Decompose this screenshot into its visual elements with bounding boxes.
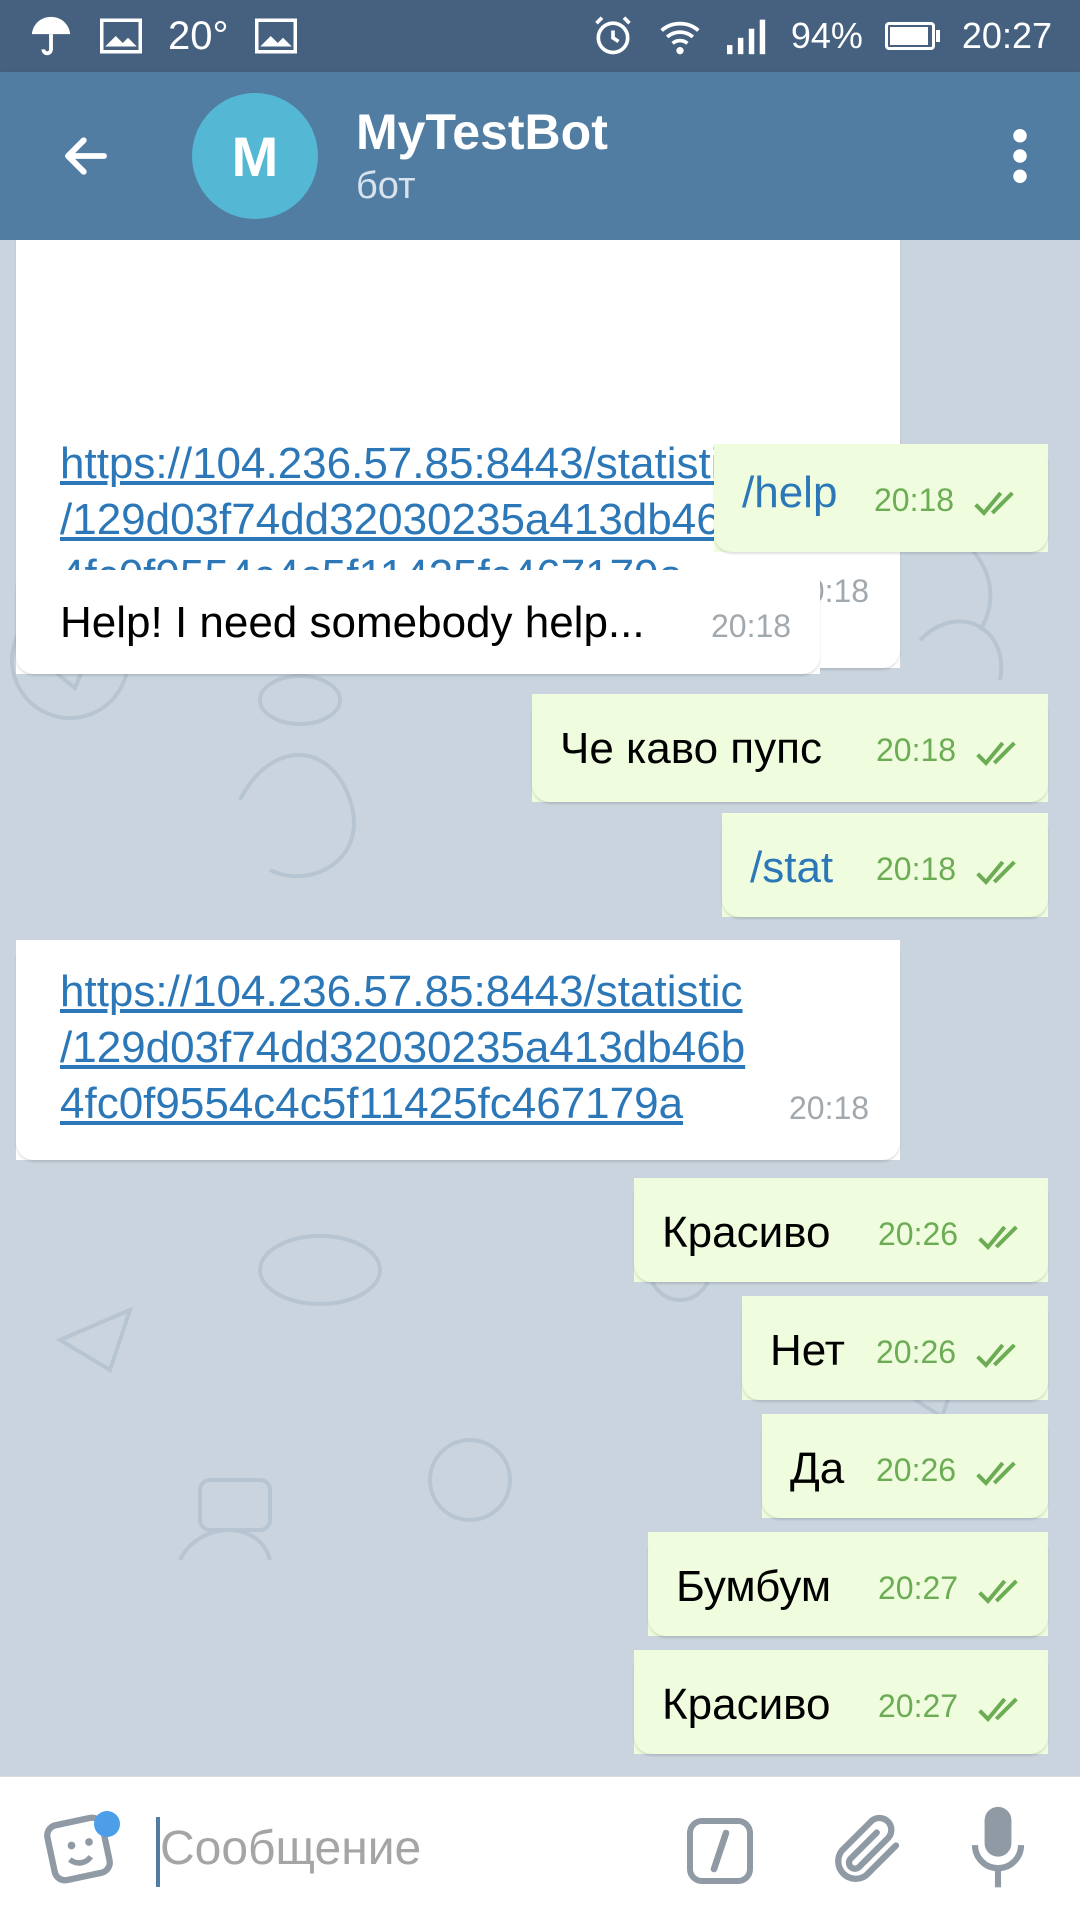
message-input-bar: Сообщение: [0, 1776, 1080, 1921]
back-button[interactable]: [36, 106, 136, 206]
chat-title: MyTestBot: [356, 104, 608, 160]
link-line[interactable]: /129d03f74dd32030235a413db46b: [60, 1020, 745, 1076]
signal-icon: [725, 16, 769, 56]
double-check-icon: [976, 1343, 1016, 1368]
image-icon: [100, 18, 142, 54]
bot-command-button[interactable]: [684, 1815, 756, 1887]
voice-record-button[interactable]: [968, 1803, 1028, 1895]
message-time: 20:18: [789, 1090, 870, 1126]
message-time: 20:18: [874, 482, 955, 518]
wifi-icon: [657, 14, 703, 58]
message-text: Help! I need somebody help...: [60, 598, 645, 647]
incoming-message[interactable]: Help! I need somebody help... 20:18: [16, 570, 820, 674]
message-text: Красиво: [662, 1208, 831, 1257]
message-time: 20:27: [878, 1570, 959, 1606]
double-check-icon: [978, 1579, 1018, 1604]
message-text: Бумбум: [676, 1562, 832, 1611]
outgoing-message[interactable]: Красиво 20:27: [634, 1650, 1048, 1754]
link-line[interactable]: 4fc0f9554c4c5f11425fc467179a: [60, 1076, 745, 1132]
outgoing-message[interactable]: Бумбум 20:27: [648, 1532, 1048, 1636]
avatar[interactable]: M: [192, 93, 318, 219]
message-text: Нет: [770, 1326, 845, 1375]
image-icon: [254, 18, 297, 54]
message-text: Да: [790, 1444, 845, 1493]
message-link[interactable]: https://104.236.57.85:8443/statistic/129…: [60, 964, 745, 1132]
notification-dot: [94, 1811, 120, 1837]
outgoing-message[interactable]: Да 20:26: [762, 1414, 1048, 1518]
outgoing-message[interactable]: Нет 20:26: [742, 1296, 1048, 1400]
battery-percent: 94%: [790, 15, 863, 56]
message-time: 20:18: [876, 732, 957, 768]
outgoing-message[interactable]: Красиво 20:26: [634, 1178, 1048, 1282]
message-command: /help: [742, 468, 838, 517]
message-list[interactable]: https://104.236.57.85:8443/statistic/129…: [0, 240, 1080, 1776]
alarm-icon: [591, 14, 635, 58]
microphone-icon: [971, 1806, 1025, 1888]
message-input[interactable]: Сообщение: [160, 1821, 421, 1876]
message-time: 20:18: [876, 851, 957, 887]
message-command: /stat: [750, 843, 834, 892]
double-check-icon: [978, 1225, 1018, 1250]
double-check-icon: [976, 1461, 1016, 1486]
link-line[interactable]: https://104.236.57.85:8443/statistic: [60, 436, 745, 492]
message-time: 20:26: [876, 1452, 957, 1488]
message-time: 20:26: [876, 1334, 957, 1370]
more-options-button[interactable]: [1000, 106, 1040, 206]
temperature-text: 20°: [168, 13, 229, 58]
double-check-icon: [974, 491, 1014, 516]
double-check-icon: [976, 741, 1016, 766]
slash-command-icon: [687, 1818, 753, 1884]
message-text: Красиво: [662, 1680, 831, 1729]
double-check-icon: [976, 860, 1016, 885]
umbrella-icon: [28, 13, 74, 59]
arrow-left-icon: [65, 137, 107, 175]
outgoing-message[interactable]: /stat 20:18: [722, 813, 1048, 917]
link-line[interactable]: https://104.236.57.85:8443/statistic: [60, 964, 745, 1020]
chat-subtitle: бот: [356, 165, 416, 207]
message-text: Че каво пупс: [560, 724, 822, 773]
chat-header: M MyTestBot бот: [0, 72, 1080, 240]
double-check-icon: [978, 1697, 1018, 1722]
more-vert-icon: [1013, 129, 1027, 183]
paperclip-icon: [835, 1814, 900, 1882]
message-time: 20:27: [878, 1688, 959, 1724]
incoming-message[interactable]: https://104.236.57.85:8443/statistic/129…: [16, 940, 900, 1160]
battery-icon: [884, 22, 940, 50]
clock: 20:27: [961, 15, 1052, 56]
outgoing-message[interactable]: /help 20:18: [714, 444, 1048, 552]
attach-button[interactable]: [826, 1807, 910, 1891]
message-time: 20:18: [711, 608, 792, 644]
chat-title-block[interactable]: MyTestBot бот: [356, 102, 608, 210]
outgoing-message[interactable]: Че каво пупс 20:18: [532, 694, 1048, 802]
message-time: 20:26: [878, 1216, 959, 1252]
link-line[interactable]: /129d03f74dd32030235a413db46b: [60, 492, 745, 548]
status-bar: 20° 94% 20:27: [0, 0, 1080, 72]
